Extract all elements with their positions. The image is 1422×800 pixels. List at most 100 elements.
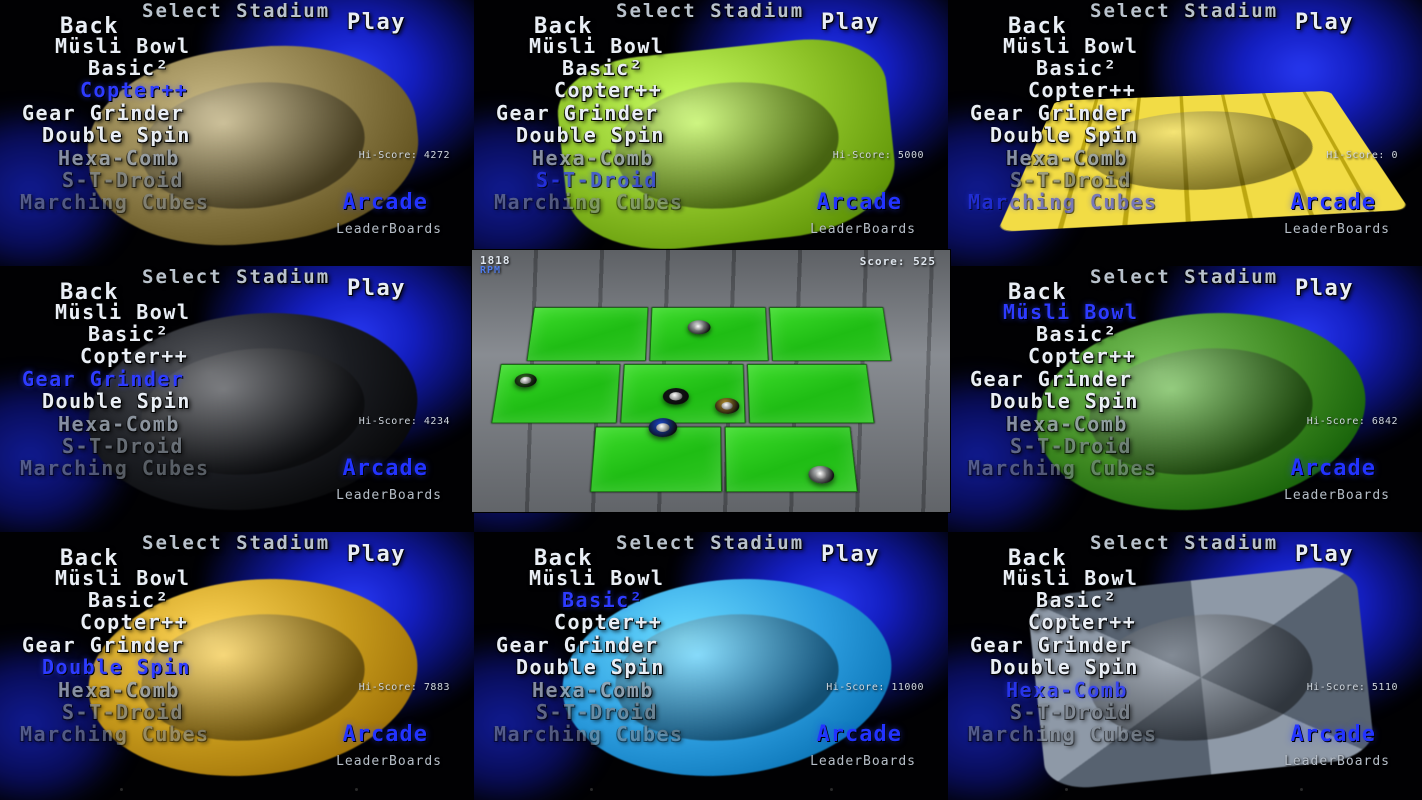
arcade-button[interactable]: Arcade [817,722,902,747]
stadium-item-double-spin[interactable]: Double Spin [516,657,665,677]
arena-tile [491,364,621,424]
stadium-item-basic[interactable]: Basic² [1036,590,1117,610]
arcade-button[interactable]: Arcade [1291,456,1376,481]
stadium-item-s-t-droid[interactable]: S-T-Droid [62,702,184,722]
arcade-button[interactable]: Arcade [343,456,428,481]
stadium-item-gear-grinder[interactable]: Gear Grinder [970,103,1133,123]
play-button[interactable]: Play [347,278,406,300]
stadium-item-hexa-comb[interactable]: Hexa-Comb [58,148,180,168]
stadium-item-double-spin[interactable]: Double Spin [42,657,191,677]
status-dots [0,788,1422,796]
stadium-item-m-sli-bowl[interactable]: Müsli Bowl [55,36,190,56]
arcade-button[interactable]: Arcade [343,190,428,215]
leaderboards-button[interactable]: LeaderBoards [336,754,442,769]
stadium-item-m-sli-bowl[interactable]: Müsli Bowl [55,302,190,322]
stadium-item-basic[interactable]: Basic² [88,324,169,344]
stadium-item-marching-cubes[interactable]: Marching Cubes [20,724,210,744]
stadium-item-hexa-comb[interactable]: Hexa-Comb [58,414,180,434]
leaderboards-button[interactable]: LeaderBoards [810,754,916,769]
leaderboards-button[interactable]: LeaderBoards [336,488,442,503]
stadium-item-marching-cubes[interactable]: Marching Cubes [20,458,210,478]
stadium-item-s-t-droid[interactable]: S-T-Droid [1010,702,1132,722]
leaderboards-button[interactable]: LeaderBoards [1284,222,1390,237]
stadium-item-copter[interactable]: Copter++ [80,346,188,366]
stadium-item-hexa-comb[interactable]: Hexa-Comb [532,148,654,168]
stadium-item-s-t-droid[interactable]: S-T-Droid [62,436,184,456]
stadium-item-hexa-comb[interactable]: Hexa-Comb [1006,680,1128,700]
stadium-item-gear-grinder[interactable]: Gear Grinder [970,635,1133,655]
stadium-item-basic[interactable]: Basic² [562,58,643,78]
play-button[interactable]: Play [821,544,880,566]
stadium-item-copter[interactable]: Copter++ [1028,612,1136,632]
stadium-item-copter[interactable]: Copter++ [1028,346,1136,366]
stadium-item-basic[interactable]: Basic² [88,590,169,610]
stadium-item-basic[interactable]: Basic² [1036,58,1117,78]
stadium-item-hexa-comb[interactable]: Hexa-Comb [532,680,654,700]
stadium-item-gear-grinder[interactable]: Gear Grinder [22,103,185,123]
stadium-item-marching-cubes[interactable]: Marching Cubes [968,192,1158,212]
play-button[interactable]: Play [347,544,406,566]
stadium-item-copter[interactable]: Copter++ [1028,80,1136,100]
spinning-top [807,465,835,484]
stadium-item-hexa-comb[interactable]: Hexa-Comb [58,680,180,700]
stadium-item-gear-grinder[interactable]: Gear Grinder [22,635,185,655]
stadium-item-gear-grinder[interactable]: Gear Grinder [496,103,659,123]
leaderboards-button[interactable]: LeaderBoards [1284,754,1390,769]
stadium-item-basic[interactable]: Basic² [88,58,169,78]
arcade-button[interactable]: Arcade [817,190,902,215]
stadium-item-hexa-comb[interactable]: Hexa-Comb [1006,148,1128,168]
arcade-button[interactable]: Arcade [1291,190,1376,215]
play-button[interactable]: Play [347,12,406,34]
stadium-item-basic[interactable]: Basic² [1036,324,1117,344]
leaderboards-button[interactable]: LeaderBoards [1284,488,1390,503]
stadium-item-copter[interactable]: Copter++ [554,612,662,632]
play-button[interactable]: Play [1295,544,1354,566]
panel-3[interactable]: Select Stadium Back Play Müsli Bowl Basic² Co… [948,0,1422,266]
play-button[interactable]: Play [821,12,880,34]
stadium-item-gear-grinder[interactable]: Gear Grinder [22,369,185,389]
panel-9[interactable]: Select Stadium Back Play Müsli Bowl Basic² Co… [948,532,1422,800]
panel-4[interactable]: Select Stadium Back Play Müsli Bowl Basic² Co… [0,266,474,532]
panel-6[interactable]: Select Stadium Back Play Müsli Bowl Basic² Co… [948,266,1422,532]
play-button[interactable]: Play [1295,12,1354,34]
stadium-item-marching-cubes[interactable]: Marching Cubes [968,724,1158,744]
stadium-item-marching-cubes[interactable]: Marching Cubes [494,192,684,212]
stadium-item-double-spin[interactable]: Double Spin [42,125,191,145]
stadium-item-double-spin[interactable]: Double Spin [516,125,665,145]
leaderboards-button[interactable]: LeaderBoards [336,222,442,237]
stadium-item-double-spin[interactable]: Double Spin [990,125,1139,145]
stadium-item-double-spin[interactable]: Double Spin [990,391,1139,411]
stadium-item-gear-grinder[interactable]: Gear Grinder [496,635,659,655]
stadium-item-basic[interactable]: Basic² [562,590,643,610]
stadium-item-m-sli-bowl[interactable]: Müsli Bowl [529,568,664,588]
gameplay-panel[interactable]: 1818 RPM Score: 525 [472,250,950,512]
stadium-item-marching-cubes[interactable]: Marching Cubes [20,192,210,212]
panel-8[interactable]: Select Stadium Back Play Müsli Bowl Basic² Co… [474,532,948,800]
panel-2[interactable]: Select Stadium Back Play Müsli Bowl Basic² Co… [474,0,948,266]
stadium-item-marching-cubes[interactable]: Marching Cubes [494,724,684,744]
stadium-item-m-sli-bowl[interactable]: Müsli Bowl [529,36,664,56]
stadium-item-copter[interactable]: Copter++ [80,612,188,632]
stadium-item-marching-cubes[interactable]: Marching Cubes [968,458,1158,478]
panel-1[interactable]: Select Stadium Back Play Müsli Bowl Basic² Co… [0,0,474,266]
stadium-item-s-t-droid[interactable]: S-T-Droid [536,702,658,722]
stadium-item-double-spin[interactable]: Double Spin [990,657,1139,677]
stadium-item-m-sli-bowl[interactable]: Müsli Bowl [1003,302,1138,322]
stadium-item-gear-grinder[interactable]: Gear Grinder [970,369,1133,389]
stadium-item-copter[interactable]: Copter++ [80,80,188,100]
stadium-item-copter[interactable]: Copter++ [554,80,662,100]
stadium-item-hexa-comb[interactable]: Hexa-Comb [1006,414,1128,434]
stadium-item-double-spin[interactable]: Double Spin [42,391,191,411]
stadium-item-m-sli-bowl[interactable]: Müsli Bowl [1003,568,1138,588]
arcade-button[interactable]: Arcade [343,722,428,747]
leaderboards-button[interactable]: LeaderBoards [810,222,916,237]
stadium-item-s-t-droid[interactable]: S-T-Droid [536,170,658,190]
stadium-item-s-t-droid[interactable]: S-T-Droid [1010,436,1132,456]
stadium-item-s-t-droid[interactable]: S-T-Droid [62,170,184,190]
stadium-item-m-sli-bowl[interactable]: Müsli Bowl [1003,36,1138,56]
stadium-item-s-t-droid[interactable]: S-T-Droid [1010,170,1132,190]
play-button[interactable]: Play [1295,278,1354,300]
arcade-button[interactable]: Arcade [1291,722,1376,747]
stadium-item-m-sli-bowl[interactable]: Müsli Bowl [55,568,190,588]
panel-7[interactable]: Select Stadium Back Play Müsli Bowl Basic² Co… [0,532,474,800]
